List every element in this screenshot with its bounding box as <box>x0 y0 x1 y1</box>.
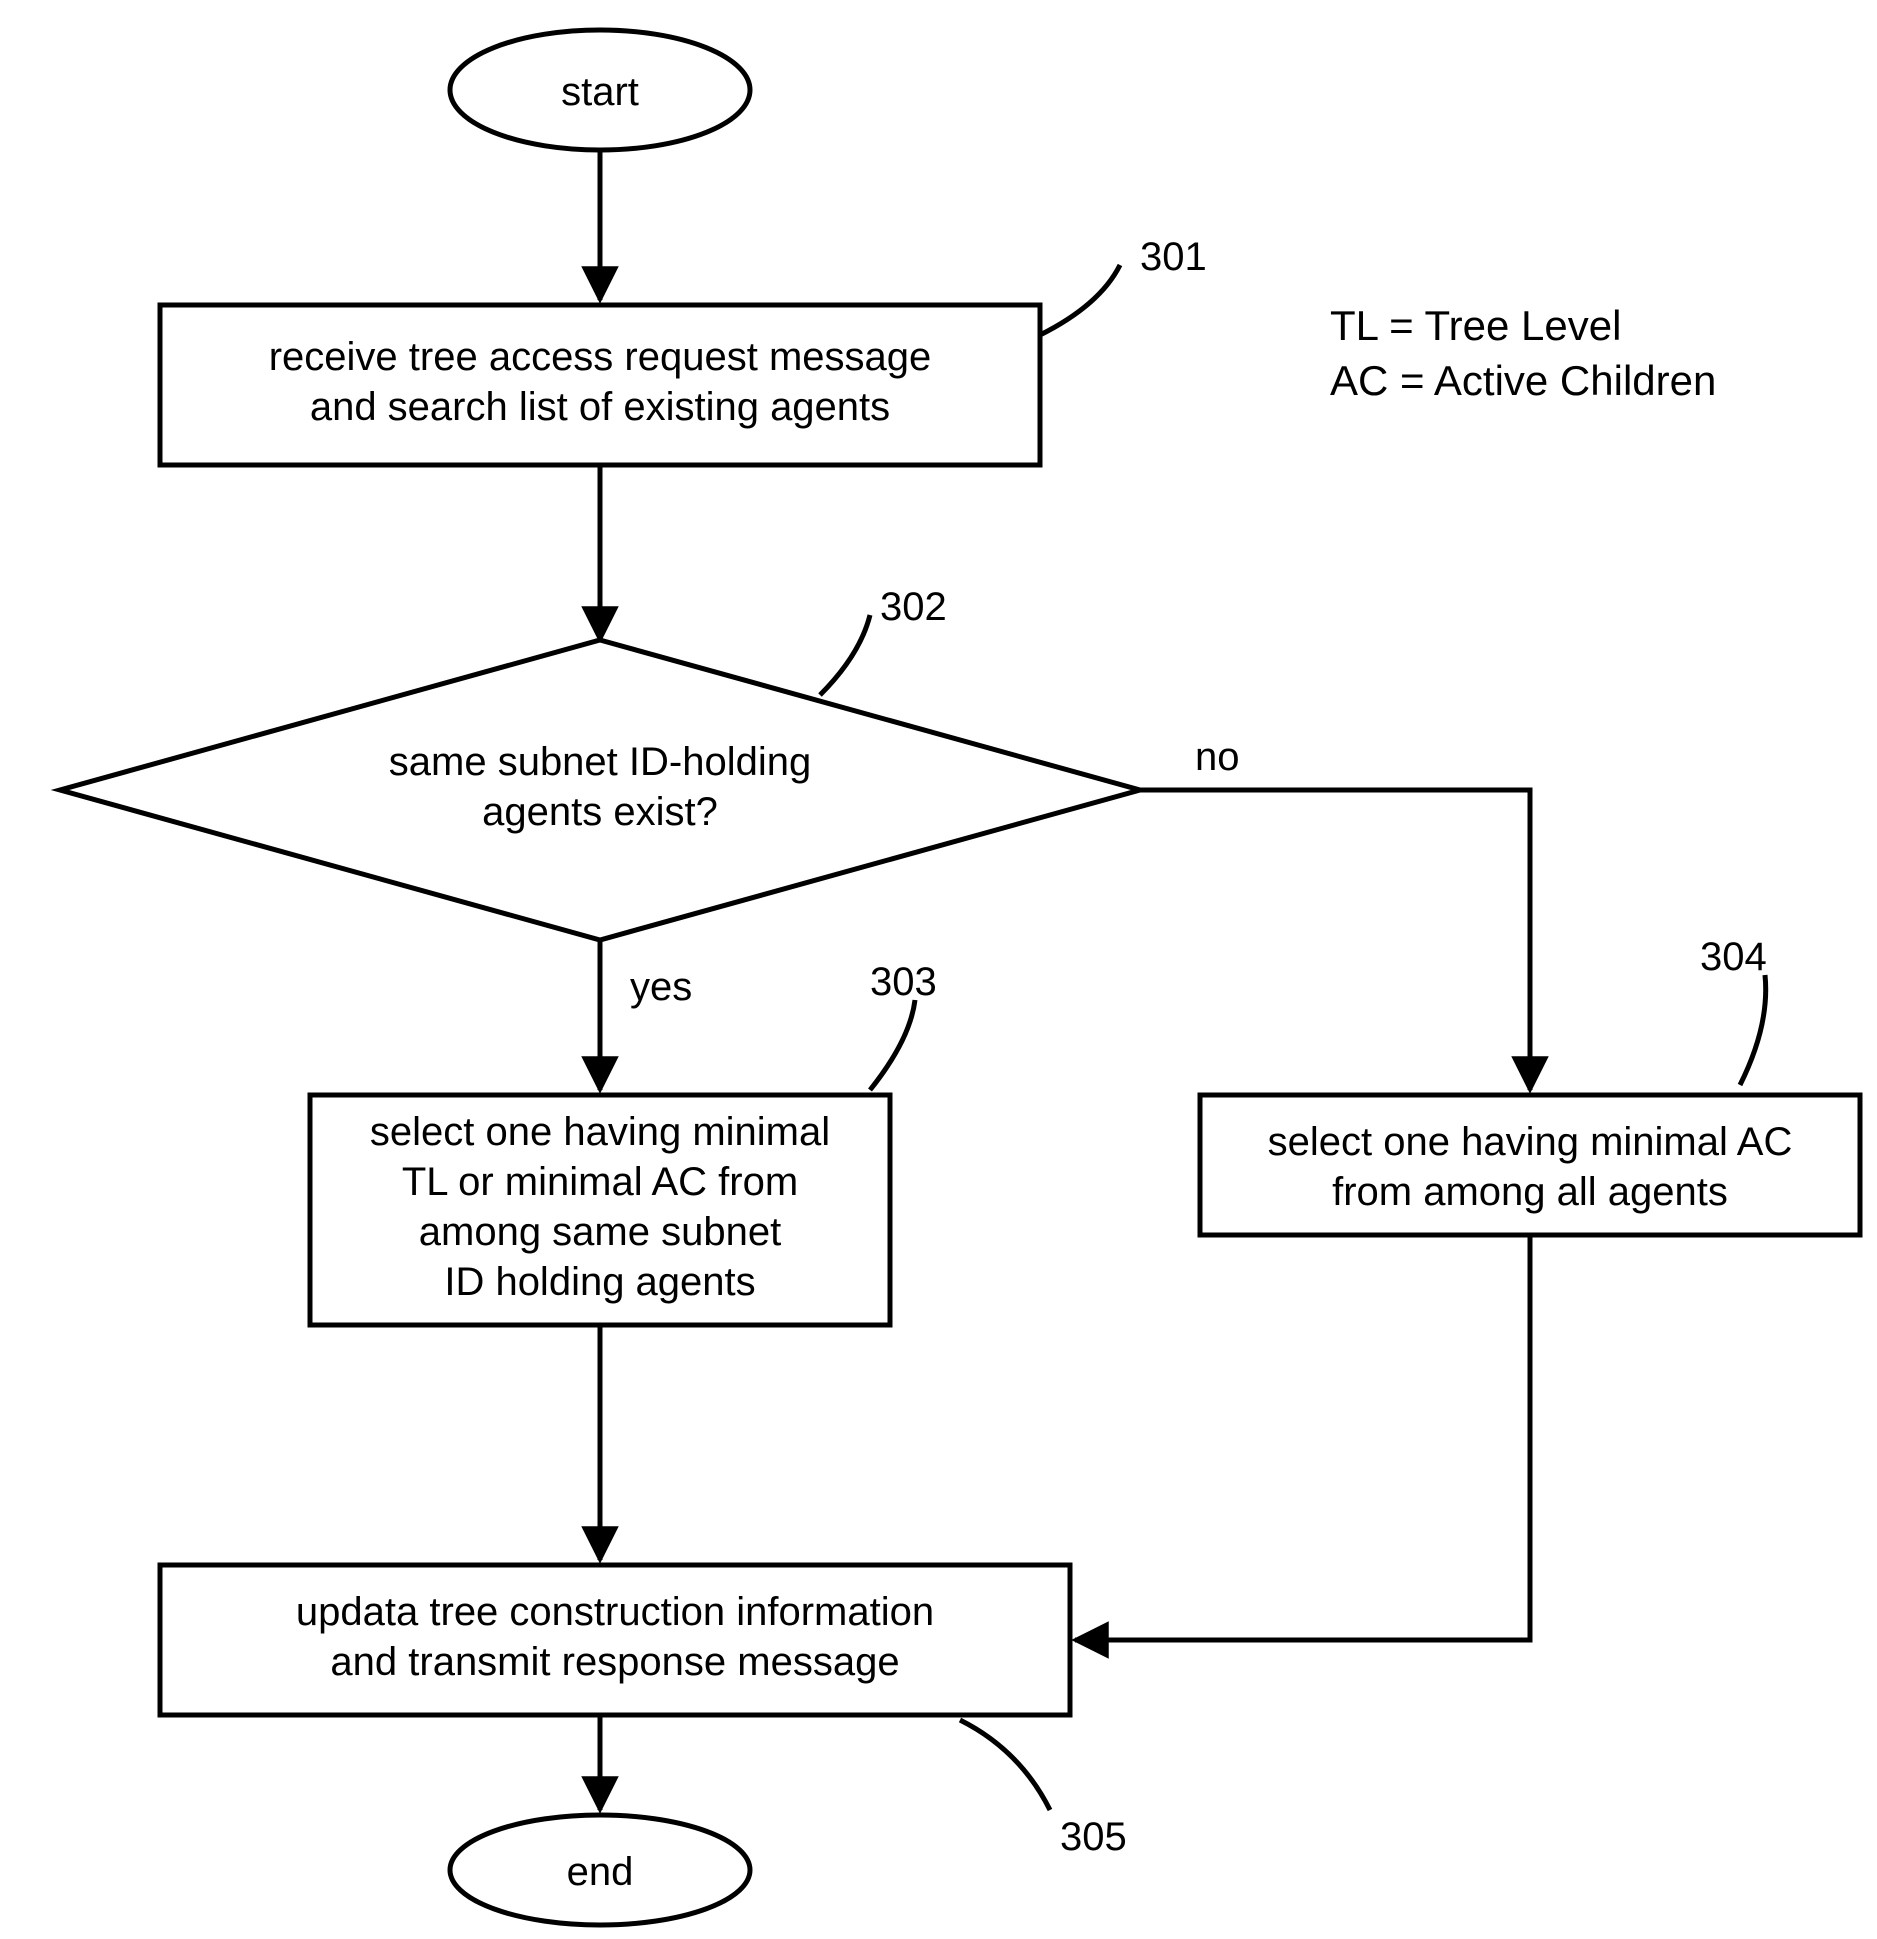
step-304-line2: from among all agents <box>1332 1170 1728 1214</box>
step-303-line1: select one having minimal <box>370 1110 830 1154</box>
edge-304-305 <box>1075 1235 1530 1640</box>
step-303-line2: TL or minimal AC from <box>402 1160 798 1204</box>
step-301: receive tree access request message and … <box>160 235 1207 465</box>
step-303: select one having minimal TL or minimal … <box>310 960 937 1325</box>
ref-304: 304 <box>1700 935 1767 979</box>
step-303-line4: ID holding agents <box>444 1260 755 1304</box>
step-305-line1: updata tree construction information <box>296 1590 934 1634</box>
decision-302: same subnet ID-holding agents exist? 302 <box>60 585 1140 940</box>
start-node: start <box>450 30 750 150</box>
ref-302: 302 <box>880 585 947 629</box>
end-label: end <box>567 1850 634 1894</box>
label-no: no <box>1195 735 1240 779</box>
ref-leader-303 <box>870 1000 915 1090</box>
dec-302-line2: agents exist? <box>482 790 718 834</box>
ref-303: 303 <box>870 960 937 1004</box>
ref-301: 301 <box>1140 235 1207 279</box>
step-305-line2: and transmit response message <box>330 1640 899 1684</box>
edge-302-304 <box>1140 790 1530 1090</box>
legend-line-2: AC = Active Children <box>1330 357 1716 404</box>
step-301-line2: and search list of existing agents <box>310 385 890 429</box>
end-node: end <box>450 1815 750 1925</box>
step-303-line3: among same subnet <box>419 1210 781 1254</box>
start-label: start <box>561 70 639 114</box>
label-yes: yes <box>630 965 692 1009</box>
legend: TL = Tree Level AC = Active Children <box>1330 302 1716 404</box>
step-301-line1: receive tree access request message <box>269 335 932 379</box>
ref-leader-305 <box>960 1720 1050 1810</box>
ref-leader-301 <box>1040 265 1120 335</box>
ref-leader-302 <box>820 615 870 695</box>
ref-305: 305 <box>1060 1815 1127 1859</box>
step-304-line1: select one having minimal AC <box>1268 1120 1793 1164</box>
legend-line-1: TL = Tree Level <box>1330 302 1621 349</box>
ref-leader-304 <box>1740 975 1766 1085</box>
dec-302-line1: same subnet ID-holding <box>389 740 811 784</box>
flowchart: TL = Tree Level AC = Active Children sta… <box>0 0 1877 1939</box>
